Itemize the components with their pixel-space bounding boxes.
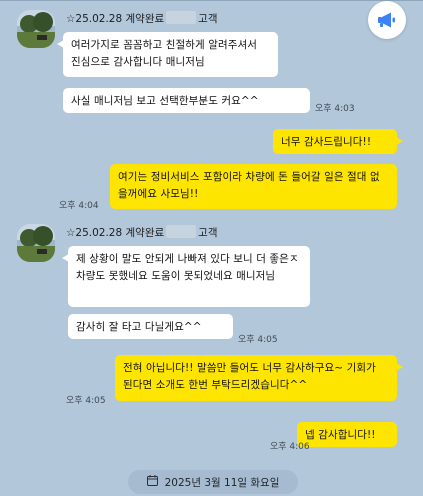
sender-prefix: ☆25.02.28 계약완료: [66, 13, 165, 25]
avatar[interactable]: [17, 224, 55, 262]
message-text: 제 상황이 말도 안되게 나빠져 있다 보니 더 좋은ㅈ차량도 못했네요 도움이…: [76, 253, 299, 282]
message-text: 감사히 잘 타고 다닐게요^^: [76, 321, 202, 333]
incoming-message-bubble[interactable]: 감사히 잘 타고 다닐게요^^: [68, 314, 233, 339]
calendar-icon: [146, 475, 158, 489]
date-divider: 2025년 3월 11일 화요일: [128, 470, 298, 494]
incoming-message-bubble[interactable]: 제 상황이 말도 안되게 나빠져 있다 보니 더 좋은ㅈ차량도 못했네요 도움이…: [62, 246, 310, 307]
incoming-message-bubble[interactable]: 여러가지로 꼼꼼하고 친절하게 알려주셔서 진심으로 감사합니다 매니저님: [57, 32, 278, 77]
message-time: 오후 4:05: [66, 396, 106, 406]
sender-name: ☆25.02.28 계약완료 고객: [66, 225, 217, 240]
sender-suffix: 고객: [198, 227, 218, 239]
message-text: 전혀 아닙니다!! 말씀만 들어도 너무 감사하구요~ 기회가 된다면 소개도 …: [123, 362, 376, 391]
message-time: 오후 4:05: [238, 335, 278, 345]
top-border: [0, 0, 423, 1]
sender-suffix: 고객: [198, 13, 218, 25]
incoming-message-bubble[interactable]: 사실 매니저님 보고 선택한부분도 커요^^: [63, 88, 310, 113]
message-text: 여기는 정비서비스 포함이라 차량에 돈 들어갈 일은 절대 없을꺼에요 사모님…: [118, 171, 380, 200]
date-divider-label: 2025년 3월 11일 화요일: [164, 476, 280, 489]
outgoing-message-bubble[interactable]: 너무 감사드립니다!!: [273, 129, 403, 154]
megaphone-icon: [378, 12, 395, 28]
redacted-name: [166, 11, 197, 24]
outgoing-message-bubble[interactable]: 넵 감사합니다!!: [297, 422, 397, 447]
message-text: 여러가지로 꼼꼼하고 친절하게 알려주셔서 진심으로 감사합니다 매니저님: [71, 39, 257, 68]
announcement-button[interactable]: [368, 1, 406, 39]
avatar-image: [17, 10, 55, 48]
outgoing-message-bubble[interactable]: 전혀 아닙니다!! 말씀만 들어도 너무 감사하구요~ 기회가 된다면 소개도 …: [115, 355, 403, 401]
message-text: 넵 감사합니다!!: [305, 429, 376, 441]
redacted-name: [166, 225, 197, 238]
message-time: 오후 4:03: [315, 104, 355, 114]
message-text: 너무 감사드립니다!!: [281, 136, 372, 148]
message-text: 사실 매니저님 보고 선택한부분도 커요^^: [71, 95, 259, 107]
avatar[interactable]: [17, 10, 55, 48]
sender-name: ☆25.02.28 계약완료 고객: [66, 11, 217, 26]
outgoing-message-bubble[interactable]: 여기는 정비서비스 포함이라 차량에 돈 들어갈 일은 절대 없을꺼에요 사모님…: [110, 164, 397, 209]
message-time: 오후 4:04: [59, 201, 99, 211]
avatar-image: [17, 224, 55, 262]
sender-prefix: ☆25.02.28 계약완료: [66, 227, 165, 239]
message-time: 오후 4:06: [270, 442, 310, 452]
